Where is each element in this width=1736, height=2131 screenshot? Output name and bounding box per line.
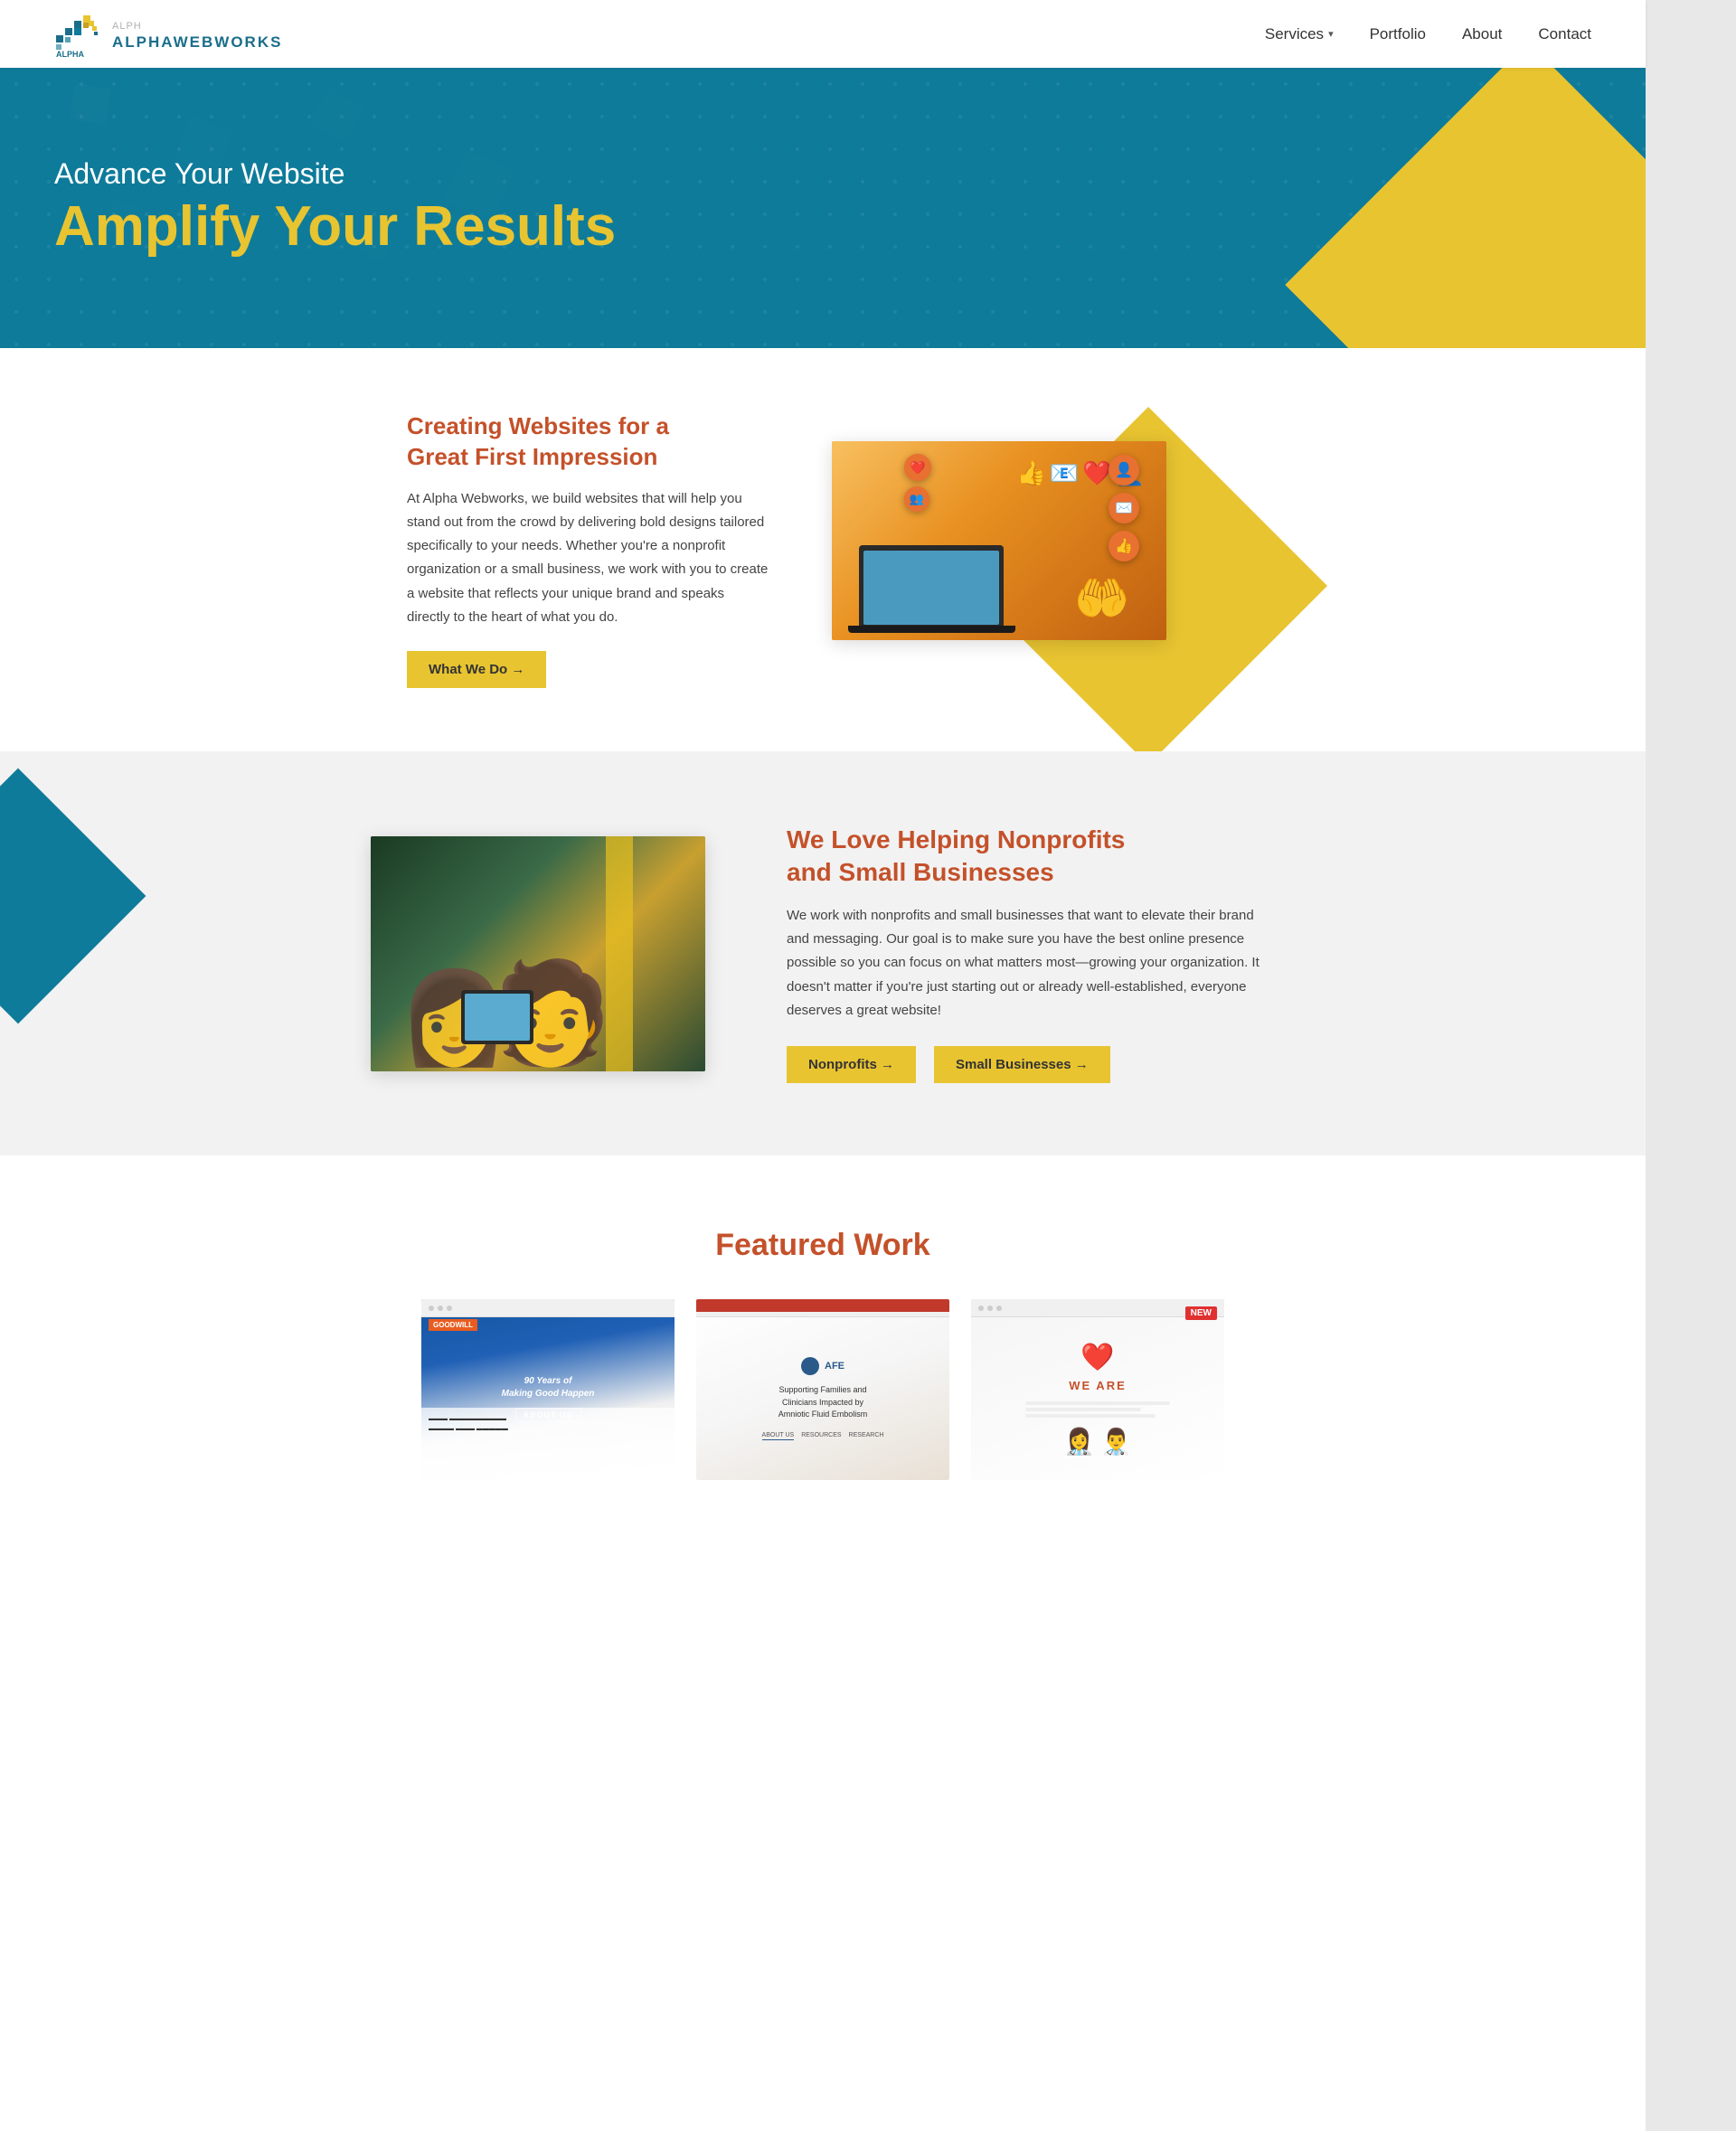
what-we-do-button[interactable]: What We Do → bbox=[407, 651, 546, 688]
nav-services-label: Services bbox=[1265, 25, 1324, 43]
featured-work-heading: Featured Work bbox=[54, 1228, 1591, 1263]
section-featured-work: Featured Work GOODWILL 90 Years ofMaking… bbox=[0, 1155, 1646, 1516]
featured-card-goodwill[interactable]: GOODWILL 90 Years ofMaking Good Happen A… bbox=[421, 1299, 675, 1480]
goodwill-years-text: 90 Years ofMaking Good Happen bbox=[502, 1375, 595, 1400]
afe-top-bar bbox=[696, 1299, 949, 1312]
hero-title: Amplify Your Results bbox=[54, 196, 616, 258]
nonprofits-heading-line1: We Love Helping Nonprofits bbox=[787, 825, 1125, 853]
afe-logo-circle bbox=[801, 1357, 819, 1375]
afe-tagline: Supporting Families andClinicians Impact… bbox=[778, 1384, 868, 1421]
afe-logo-text: AFE bbox=[825, 1361, 844, 1372]
card-dot-2 bbox=[438, 1306, 443, 1311]
goodwill-badge: GOODWILL bbox=[429, 1319, 477, 1331]
nav-contact-label: Contact bbox=[1538, 25, 1591, 42]
logo-wordmark: ALPH ALPHAWEBWORKS bbox=[112, 17, 282, 52]
card-nav-bar-goodwill bbox=[421, 1299, 675, 1317]
creating-body-text: At Alpha Webworks, we build websites tha… bbox=[407, 487, 769, 630]
creating-image: 🤲 👤 ✉️ 👍 ❤️ 👥 bbox=[832, 441, 1166, 640]
third-card-lines bbox=[1025, 1401, 1170, 1418]
card-badge-new: NEW bbox=[1185, 1306, 1217, 1320]
creating-text-column: Creating Websites for a Great First Impr… bbox=[407, 411, 769, 688]
card-dot-third-3 bbox=[996, 1306, 1002, 1311]
laptop-social-image: 🤲 👤 ✉️ 👍 ❤️ 👥 bbox=[832, 441, 1166, 640]
card-dot-third-2 bbox=[987, 1306, 993, 1311]
creating-image-column: 🤲 👤 ✉️ 👍 ❤️ 👥 bbox=[832, 441, 1239, 658]
nav-portfolio-label: Portfolio bbox=[1370, 25, 1426, 42]
services-chevron-icon: ▾ bbox=[1328, 28, 1334, 40]
hero-diamond-decoration bbox=[1285, 68, 1646, 348]
main-nav: Services ▾ Portfolio About Contact bbox=[1265, 25, 1591, 43]
nonprofits-image-column: 👩 🧑 bbox=[371, 836, 714, 1071]
hero-subtitle: Advance Your Website bbox=[54, 157, 616, 191]
section-creating-websites: Creating Websites for a Great First Impr… bbox=[0, 348, 1646, 751]
nav-services-link[interactable]: Services ▾ bbox=[1265, 25, 1334, 43]
third-card-people: 👩‍⚕️ 👨‍⚕️ bbox=[1063, 1427, 1132, 1457]
logo-area[interactable]: ALPHA ALPH ALPHAWEBWORKS bbox=[54, 10, 282, 59]
third-card-content: ❤️ WE ARE 👩‍⚕️ 👨‍⚕️ bbox=[971, 1299, 1224, 1480]
logo-alpha-abbrev: ALPH bbox=[112, 21, 142, 32]
creating-heading-line2: Great First Impression bbox=[407, 443, 657, 470]
small-businesses-button[interactable]: Small Businesses → bbox=[934, 1046, 1110, 1083]
creating-heading-line1: Creating Websites for a bbox=[407, 412, 669, 439]
goodwill-card-content: GOODWILL 90 Years ofMaking Good Happen A… bbox=[421, 1299, 675, 1480]
nonprofits-image: 👩 🧑 bbox=[371, 836, 705, 1071]
hero-text-block: Advance Your Website Amplify Your Result… bbox=[54, 157, 616, 258]
card-dot-1 bbox=[429, 1306, 434, 1311]
nav-portfolio-link[interactable]: Portfolio bbox=[1370, 25, 1426, 43]
goodwill-footer-area: ▬▬▬ ▬▬▬▬▬▬▬▬▬▬▬▬▬ ▬▬▬ ▬▬▬▬▬ bbox=[421, 1408, 675, 1480]
afe-logo: AFE bbox=[801, 1357, 844, 1375]
right-panel-strip bbox=[1646, 0, 1736, 2131]
svg-text:ALPHA: ALPHA bbox=[56, 50, 84, 59]
hero-section: Advance Your Website Amplify Your Result… bbox=[0, 68, 1646, 348]
afe-nav-items: ABOUT US RESOURCES RESEARCH bbox=[762, 1432, 884, 1440]
logo-full-name: ALPHAWEBWORKS bbox=[112, 33, 282, 52]
nonprofits-heading-line2: and Small Businesses bbox=[787, 858, 1054, 886]
nonprofits-body-text: We work with nonprofits and small busine… bbox=[787, 904, 1275, 1023]
nonprofits-heading: We Love Helping Nonprofits and Small Bus… bbox=[787, 824, 1275, 890]
section-nonprofits: 👩 🧑 We Love Helping Nonprofits a bbox=[0, 751, 1646, 1155]
logo-icon: ALPHA bbox=[54, 10, 103, 59]
third-card-heading: WE ARE bbox=[1069, 1379, 1127, 1392]
people-tablet-image: 👩 🧑 bbox=[371, 836, 705, 1071]
third-card-icon: ❤️ bbox=[1080, 1342, 1114, 1373]
creating-heading: Creating Websites for a Great First Impr… bbox=[407, 411, 769, 473]
featured-card-afe[interactable]: AFE Supporting Families andClinicians Im… bbox=[696, 1299, 949, 1480]
nonprofits-inner: 👩 🧑 We Love Helping Nonprofits a bbox=[371, 824, 1275, 1083]
nav-contact-link[interactable]: Contact bbox=[1538, 25, 1591, 43]
featured-card-third[interactable]: NEW ❤️ WE ARE 👩‍⚕️ 👨‍⚕️ bbox=[971, 1299, 1224, 1480]
nonprofits-button[interactable]: Nonprofits → bbox=[787, 1046, 916, 1083]
afe-card-content: AFE Supporting Families andClinicians Im… bbox=[696, 1299, 949, 1480]
card-dot-third-1 bbox=[978, 1306, 984, 1311]
goodwill-footer-text: ▬▬▬ ▬▬▬▬▬▬▬▬▬▬▬▬▬ ▬▬▬ ▬▬▬▬▬ bbox=[421, 1408, 675, 1441]
teal-diamond-decoration bbox=[0, 768, 146, 1024]
featured-cards-grid: GOODWILL 90 Years ofMaking Good Happen A… bbox=[54, 1299, 1591, 1480]
nonprofits-text-column: We Love Helping Nonprofits and Small Bus… bbox=[787, 824, 1275, 1083]
card-dot-3 bbox=[447, 1306, 452, 1311]
nonprofits-cta-buttons: Nonprofits → Small Businesses → bbox=[787, 1046, 1275, 1083]
site-header: ALPHA ALPH ALPHAWEBWORKS Services ▾ Port… bbox=[0, 0, 1646, 68]
nav-about-label: About bbox=[1462, 25, 1502, 42]
nav-about-link[interactable]: About bbox=[1462, 25, 1502, 43]
